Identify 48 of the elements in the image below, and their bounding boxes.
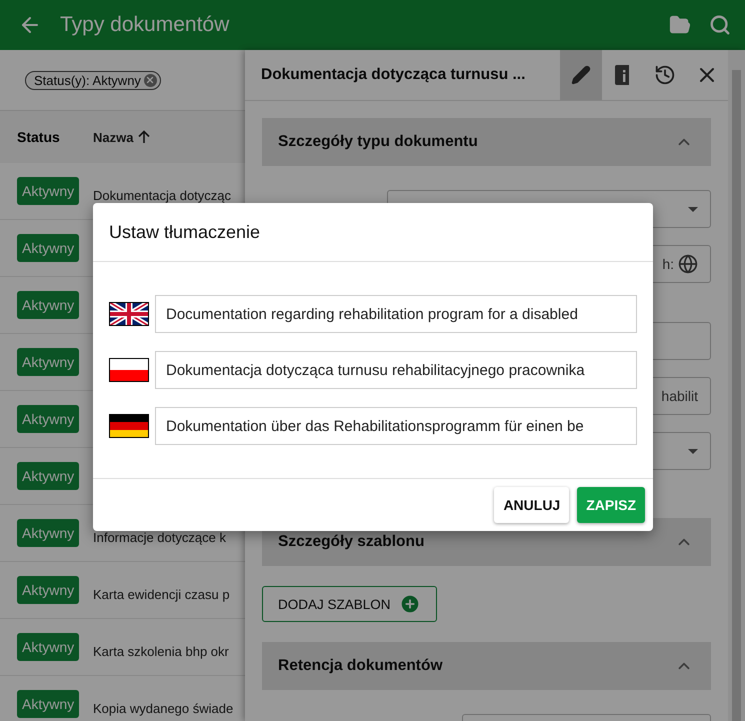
add-template-button[interactable]: DODAJ SZABLON <box>262 586 437 622</box>
table-cell: Karta szkolenia bhp okr <box>93 644 229 659</box>
folder-icon[interactable] <box>669 14 691 36</box>
section-title: Szczegóły szablonu <box>278 533 424 551</box>
translation-field[interactable]: Dokumentacja dotycząca turnusu rehabilitacyjnego pracownika <box>155 351 637 389</box>
column-header[interactable]: Status <box>17 129 60 145</box>
cancel-button[interactable]: ANULUJ <box>494 487 570 523</box>
status-badge: Aktywny <box>17 633 80 661</box>
table-cell: Kopia wydanego świade <box>93 701 234 716</box>
status-badge: Aktywny <box>17 234 80 262</box>
status-badge: Aktywny <box>17 690 80 718</box>
status-badge: Aktywny <box>17 576 80 604</box>
translation-field[interactable]: Documentation regarding rehabilitation program for a disabled <box>155 295 637 333</box>
status-badge: Aktywny <box>17 405 80 433</box>
status-badge: Aktywny <box>17 519 80 547</box>
search-icon[interactable] <box>709 14 731 36</box>
section-header[interactable]: Szczegóły typu dokumentu <box>262 118 711 166</box>
save-button[interactable]: ZAPISZ <box>577 487 645 523</box>
table-cell: Karta ewidencji czasu p <box>93 587 230 602</box>
table-cell: Informacje dotyczące k <box>93 530 226 545</box>
section-title: Szczegóły typu dokumentu <box>278 133 478 151</box>
panel-title: Dokumentacja dotycząca turnusu ... <box>261 66 526 84</box>
plus-icon <box>398 593 421 615</box>
pencil-icon <box>571 65 591 85</box>
page-title: Typy dokumentów <box>60 13 230 37</box>
book-info-icon <box>615 65 631 85</box>
status-badge: Aktywny <box>17 348 80 376</box>
status-badge: Aktywny <box>17 177 80 205</box>
flag-icon <box>109 358 149 382</box>
translation-field[interactable]: Dokumentation über das Rehabilitationsprogramm für einen be <box>155 407 637 445</box>
flag-icon <box>109 302 149 326</box>
scrollbar[interactable] <box>728 50 745 721</box>
filter-chip[interactable]: Status(y): Aktywny <box>25 70 161 90</box>
dialog-title: Ustaw tłumaczenie <box>109 222 260 242</box>
status-badge: Aktywny <box>17 462 80 490</box>
section-header[interactable]: Retencja dokumentów <box>262 642 711 690</box>
table-cell: Dokumentacja dotycząc <box>93 188 232 203</box>
remove-icon[interactable] <box>144 74 157 86</box>
dropdown-icon <box>688 206 698 212</box>
status-badge: Aktywny <box>17 291 80 319</box>
flag-icon <box>109 414 149 438</box>
history-icon <box>654 64 676 86</box>
dropdown-icon <box>688 448 698 454</box>
globe-icon[interactable] <box>678 254 698 274</box>
edit-button[interactable] <box>560 50 602 100</box>
sort-arrow-icon[interactable] <box>137 130 152 144</box>
section-title: Retencja dokumentów <box>278 657 442 675</box>
column-header[interactable]: Nazwa <box>93 130 134 144</box>
